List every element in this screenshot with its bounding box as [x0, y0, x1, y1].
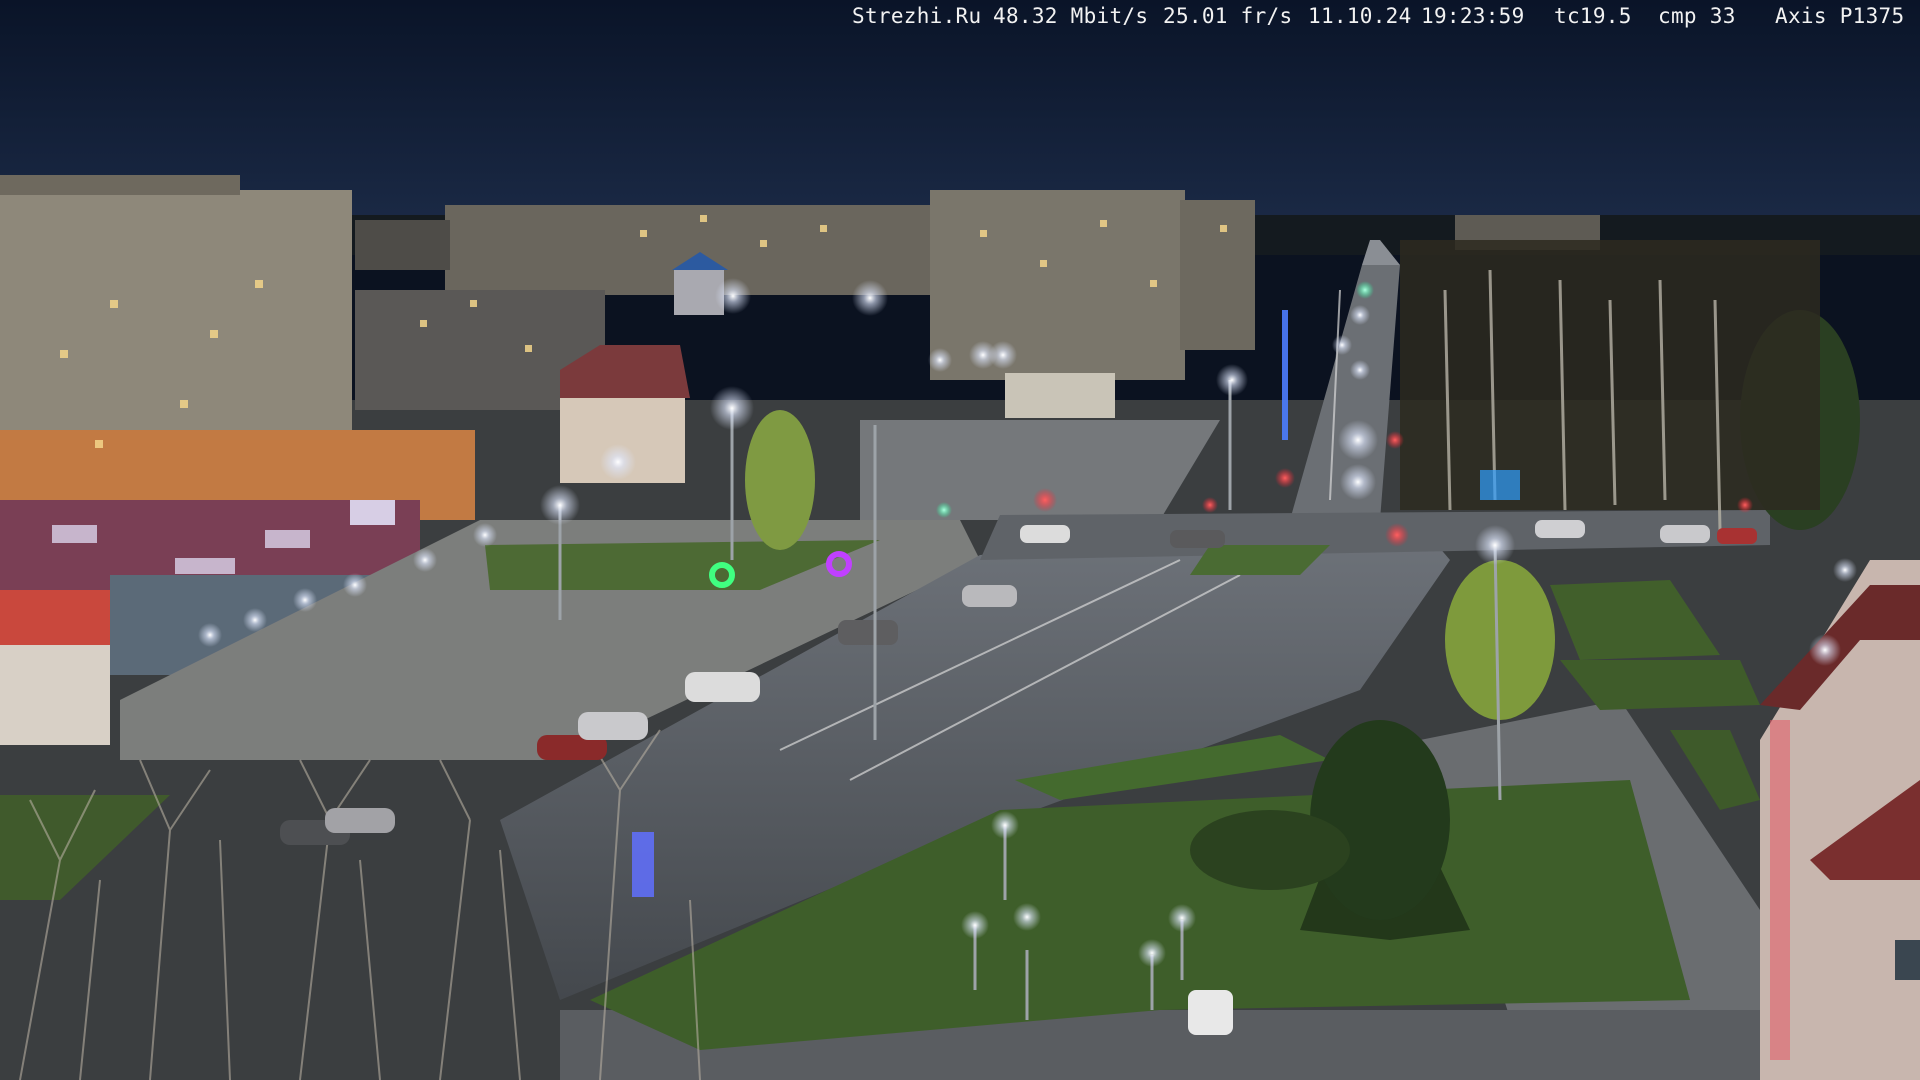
car [1170, 530, 1225, 548]
car [962, 585, 1017, 607]
car [838, 620, 898, 645]
car [685, 672, 760, 702]
car [1717, 528, 1757, 544]
webcam-scene [0, 0, 1920, 1080]
car [1535, 520, 1585, 538]
right-tree-row [1400, 240, 1820, 510]
car [578, 712, 648, 740]
car [1660, 525, 1710, 543]
white-pavilion [1005, 373, 1115, 418]
car [325, 808, 395, 833]
car [1020, 525, 1070, 543]
car [1188, 990, 1233, 1035]
